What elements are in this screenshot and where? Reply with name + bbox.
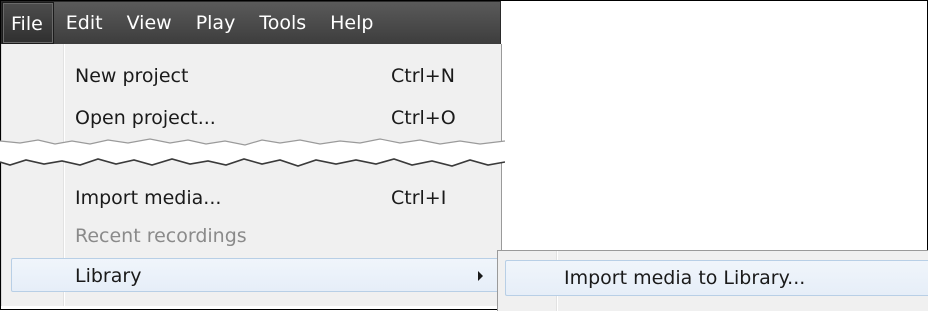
menu-item-import-media[interactable]: Import media... Ctrl+I: [2, 180, 501, 216]
menu-item-recent-recordings: Recent recordings: [2, 218, 501, 254]
menu-item-library[interactable]: Library: [11, 258, 499, 292]
menu-item-label: Import media...: [75, 187, 222, 209]
menu-bar: File Edit View Play Tools Help: [1, 1, 501, 45]
menu-item-shortcut: Ctrl+O: [391, 107, 456, 129]
torn-paper-break: [0, 138, 505, 167]
menu-help[interactable]: Help: [318, 2, 385, 44]
menu-tools[interactable]: Tools: [247, 2, 318, 44]
library-submenu: Import media to Library...: [497, 250, 928, 311]
menu-item-label: New project: [75, 65, 189, 87]
menu-item-label: Import media to Library...: [564, 267, 806, 289]
menu-item-new-project[interactable]: New project Ctrl+N: [2, 58, 501, 94]
menu-play[interactable]: Play: [184, 2, 248, 44]
menu-item-shortcut: Ctrl+I: [391, 187, 447, 209]
menu-item-label: Library: [75, 265, 142, 287]
menu-item-import-media-to-library[interactable]: Import media to Library...: [505, 260, 928, 296]
menu-item-label: Open project...: [75, 107, 216, 129]
menu-item-shortcut: Ctrl+N: [391, 65, 455, 87]
menu-view[interactable]: View: [115, 2, 184, 44]
menu-item-label: Recent recordings: [75, 225, 247, 247]
menu-edit[interactable]: Edit: [54, 2, 115, 44]
menu-item-open-project[interactable]: Open project... Ctrl+O: [2, 100, 501, 136]
menu-file[interactable]: File: [2, 2, 54, 44]
submenu-arrow-icon: [478, 271, 483, 281]
